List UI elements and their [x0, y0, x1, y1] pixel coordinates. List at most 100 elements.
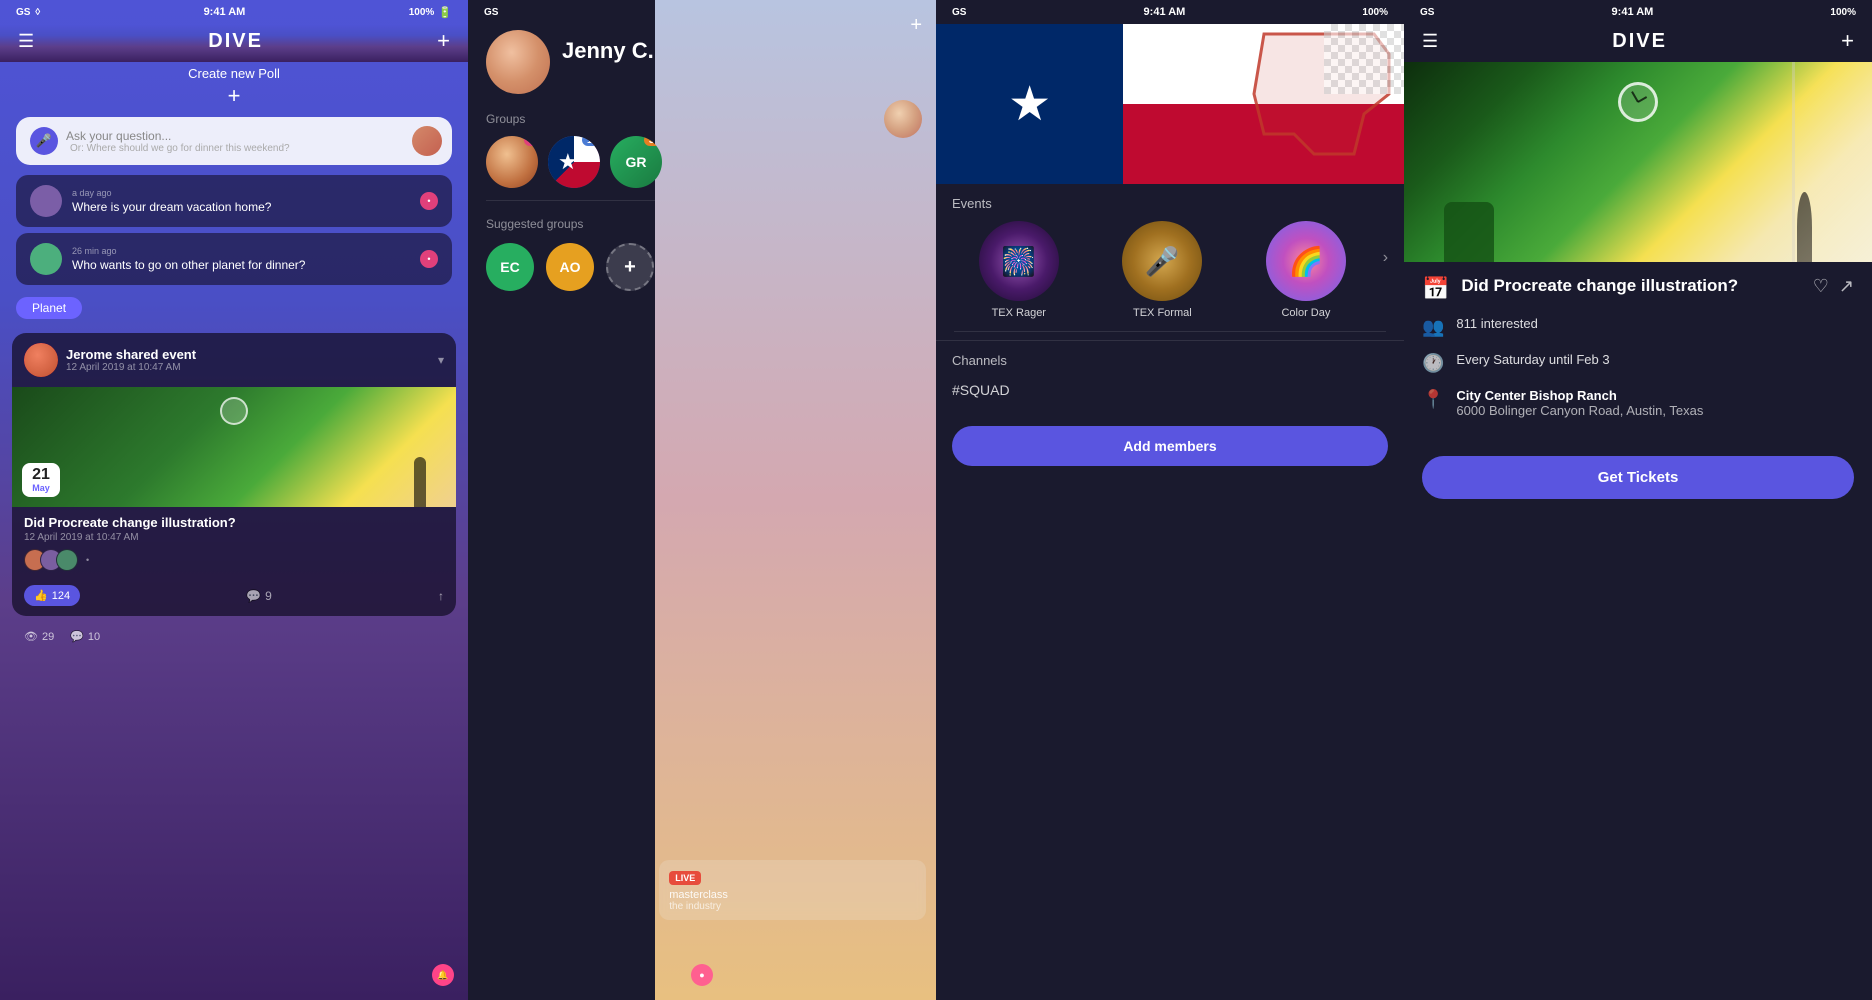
schedule-row: 🕐 Every Saturday until Feb 3 — [1422, 352, 1854, 374]
phone-1: GS ◊ 9:41 AM 100% 🔋 ☰ DIVE + Create new … — [0, 0, 468, 1000]
date-month: May — [30, 483, 52, 493]
poll-text-1: Where is your dream vacation home? — [72, 200, 410, 214]
texas-header: ★ — [936, 24, 1404, 184]
attendee-avatar-3 — [56, 549, 78, 571]
group-item-3[interactable]: GR 34 — [610, 136, 662, 188]
comment-icon: 💬 — [246, 589, 261, 603]
share-action[interactable]: ↑ — [438, 589, 444, 603]
live-subtext: the industry — [669, 901, 916, 912]
like-button[interactable]: 👍 124 — [24, 585, 80, 606]
event-name-formal: TEX Formal — [1133, 307, 1192, 319]
event-item-color[interactable]: 🌈 Color Day — [1239, 221, 1373, 319]
create-poll-plus[interactable]: + — [0, 83, 468, 109]
poll-badge-2: • — [420, 250, 438, 268]
poll-avatar-1 — [30, 185, 62, 217]
chair-shape — [1444, 202, 1494, 262]
battery-icon-1: 🔋 — [438, 6, 452, 19]
event-circle-formal: 🎤 — [1122, 221, 1202, 301]
bottom-stats-1: 👁 29 💬 10 — [0, 624, 468, 649]
phone-4: GS 9:41 AM 100% ☰ DIVE + 📅 Did Procreate… — [1404, 0, 1872, 1000]
color-icon: 🌈 — [1288, 245, 1323, 278]
comment-action[interactable]: 💬 9 — [246, 589, 272, 603]
poll-item-2[interactable]: 26 min ago Who wants to go on other plan… — [16, 233, 452, 285]
formal-icon: 🎤 — [1145, 245, 1180, 278]
event-actions: 👍 124 💬 9 ↑ — [12, 579, 456, 616]
channel-squad[interactable]: #SQUAD — [952, 378, 1388, 402]
pagination-dot-2[interactable]: ● — [691, 964, 713, 986]
event-item-rager[interactable]: 🎆 TEX Rager — [952, 221, 1086, 319]
clock-icon-4: 🕐 — [1422, 353, 1444, 374]
menu-icon-4[interactable]: ☰ — [1422, 31, 1438, 52]
group-badge-3: 34 — [644, 136, 662, 146]
get-tickets-button[interactable]: Get Tickets — [1422, 456, 1854, 499]
schedule-text: Every Saturday until Feb 3 — [1456, 352, 1609, 367]
add-members-button[interactable]: Add members — [952, 426, 1388, 466]
comments-stat: 💬 10 — [70, 630, 100, 643]
venue-address: 6000 Bolinger Canyon Road, Austin, Texas — [1456, 403, 1854, 418]
carrier-4: GS — [1420, 7, 1434, 18]
group-badge-1: 5 — [524, 136, 538, 146]
menu-icon-1[interactable]: ☰ — [18, 31, 34, 52]
channels-label: Channels — [952, 353, 1388, 368]
poll-input-hint: Or: Where should we go for dinner this w… — [66, 143, 438, 154]
answer-pill[interactable]: Planet — [16, 297, 82, 319]
like-count: 124 — [52, 590, 70, 602]
event-detail-header: 📅 Did Procreate change illustration? ♡ ↗ — [1422, 276, 1854, 302]
interested-row: 👥 811 interested — [1422, 316, 1854, 338]
app-title-4: DIVE — [1612, 30, 1667, 53]
event-item-formal[interactable]: 🎤 TEX Formal — [1096, 221, 1230, 319]
shared-event-info: Jerome shared event 12 April 2019 at 10:… — [66, 347, 430, 373]
user-avatar-poll — [412, 126, 442, 156]
poll-avatar-2 — [30, 243, 62, 275]
add-icon-4[interactable]: + — [1841, 28, 1854, 54]
venue-row: 📍 City Center Bishop Ranch 6000 Bolinger… — [1422, 388, 1854, 418]
date-day: 21 — [30, 467, 52, 483]
share-icon-4[interactable]: ↗ — [1839, 276, 1854, 297]
texas-star: ★ — [1008, 76, 1051, 132]
window-light — [1792, 62, 1872, 262]
status-bar-1: GS ◊ 9:41 AM 100% 🔋 — [0, 0, 468, 24]
suggested-group-ec[interactable]: EC — [486, 243, 534, 291]
like-icon: 👍 — [34, 589, 48, 602]
event-avatars: • — [24, 549, 444, 571]
add-icon-1[interactable]: + — [437, 28, 450, 54]
clock-decoration — [1618, 82, 1658, 122]
event-image-1: 21 May — [12, 387, 456, 507]
date-badge: 21 May — [22, 463, 60, 497]
heart-icon[interactable]: ♡ — [1813, 276, 1829, 297]
shared-event-name: Jerome shared event — [66, 347, 430, 362]
carrier-3: GS — [952, 7, 966, 18]
flag-blue-section: ★ — [936, 24, 1123, 184]
suggested-group-ao[interactable]: AO — [546, 243, 594, 291]
figure-silhouette — [414, 457, 426, 507]
live-card: LIVE masterclass the industry — [659, 860, 926, 920]
mic-icon[interactable]: 🎤 — [30, 127, 58, 155]
group-item-1[interactable]: 5 — [486, 136, 538, 188]
poll-input-box: 🎤 Ask your question... Or: Where should … — [16, 117, 452, 165]
comment-stat-icon: 💬 — [70, 630, 84, 643]
shared-event-card[interactable]: Jerome shared event 12 April 2019 at 10:… — [12, 333, 456, 616]
event-name-color: Color Day — [1281, 307, 1330, 319]
status-right-4: 100% — [1830, 7, 1856, 18]
chevron-down-icon[interactable]: ▾ — [438, 353, 444, 367]
poll-item-1[interactable]: a day ago Where is your dream vacation h… — [16, 175, 452, 227]
shared-event-header: Jerome shared event 12 April 2019 at 10:… — [12, 333, 456, 387]
shared-event-time: 12 April 2019 at 10:47 AM — [66, 362, 430, 373]
live-badge: LIVE — [669, 871, 701, 885]
events-chevron-right[interactable]: › — [1383, 249, 1388, 267]
event-detail-title: Did Procreate change illustration? — [1461, 276, 1800, 296]
header-4: ☰ DIVE + — [1404, 24, 1872, 62]
carrier-2: GS — [484, 7, 498, 18]
carrier-1: GS ◊ — [16, 7, 40, 18]
dot-icon-2: ● — [699, 970, 704, 980]
group-item-2[interactable]: ★ 15 — [548, 136, 600, 188]
overlap-plus-icon[interactable]: + — [910, 14, 922, 37]
attendee-more: • — [86, 555, 89, 565]
channels-section: Channels #SQUAD — [936, 340, 1404, 410]
notification-dot-1[interactable]: 🔔 — [432, 964, 454, 986]
profile-avatar-image — [486, 30, 550, 94]
suggested-group-add[interactable]: + — [606, 243, 654, 291]
phone-2: GS 9:41 AM 100% + Jenny C. ⚙ 🔔 Groups 5 — [468, 0, 936, 1000]
time-4: 9:41 AM — [1612, 6, 1654, 18]
interested-text: 811 interested — [1456, 316, 1537, 331]
